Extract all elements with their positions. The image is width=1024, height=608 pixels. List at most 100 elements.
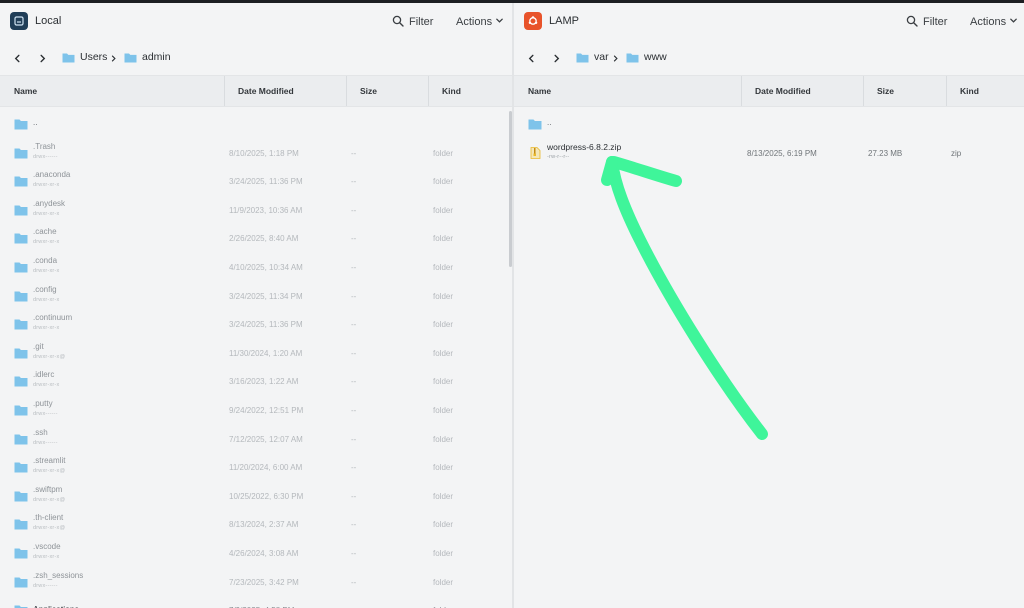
file-name: .cache — [33, 227, 57, 237]
file-name: .anaconda — [33, 170, 71, 180]
file-name: .streamlit — [33, 456, 66, 466]
lamp-filter-button[interactable]: Filter — [906, 12, 947, 32]
file-date-modified: 3/24/2025, 11:36 PM — [229, 320, 303, 330]
file-permissions: drwxr-xr-x — [33, 325, 60, 332]
file-kind: folder — [433, 463, 454, 473]
column-date-modified[interactable]: Date Modified — [741, 76, 863, 106]
column-size[interactable]: Size — [863, 76, 946, 106]
folder-row[interactable]: .streamlit drwxr-xr-x@ 11/20/2024, 6:00 AM… — [0, 452, 512, 480]
file-kind: folder — [433, 320, 454, 330]
parent-directory-label: .. — [547, 118, 552, 127]
column-name[interactable]: Name — [514, 76, 741, 106]
file-permissions: drwx------ — [33, 153, 58, 160]
file-size: -- — [351, 377, 357, 387]
folder-row[interactable]: .cache drwxr-xr-x 2/26/2025, 8:40 AM -- fold… — [0, 223, 512, 251]
file-kind: folder — [433, 491, 454, 501]
folder-row[interactable]: .Trash drwx------ 8/10/2025, 1:18 PM -- fold… — [0, 138, 512, 166]
file-size: -- — [351, 548, 357, 558]
folder-row[interactable]: .swiftpm drwxr-xr-x@ 10/25/2022, 6:30 PM --… — [0, 481, 512, 509]
file-kind: folder — [433, 577, 454, 587]
folder-row[interactable]: .continuum drwxr-xr-x 3/24/2025, 11:36 PM -… — [0, 309, 512, 337]
file-size: -- — [351, 463, 357, 473]
folder-row[interactable]: .anaconda drwxr-xr-x 3/24/2025, 11:36 PM --… — [0, 166, 512, 194]
local-title: Local — [35, 15, 62, 27]
lamp-actions-button[interactable]: Actions — [970, 12, 1018, 32]
file-name: .putty — [33, 398, 53, 408]
breadcrumb-users[interactable]: Users — [62, 51, 107, 63]
local-pane: Local Filter Actions Users admin Name Da… — [0, 3, 512, 608]
folder-icon — [14, 518, 28, 530]
server-icon — [10, 12, 28, 30]
breadcrumb-www[interactable]: www — [626, 51, 667, 63]
local-filter-button[interactable]: Filter — [392, 12, 433, 32]
folder-icon — [528, 118, 542, 130]
column-name[interactable]: Name — [0, 76, 224, 106]
folder-row[interactable]: .zsh_sessions drwx------ 7/23/2025, 3:42 P… — [0, 567, 512, 595]
file-name: .anydesk — [33, 198, 66, 208]
file-date-modified: 11/30/2024, 1:20 AM — [229, 348, 303, 358]
folder-icon — [124, 52, 137, 63]
file-kind: folder — [433, 262, 454, 272]
folder-row[interactable]: .ssh drwx------ 7/12/2025, 12:07 AM -- folde… — [0, 424, 512, 452]
folder-icon — [14, 375, 28, 387]
file-permissions: drwxr-xr-x — [33, 267, 60, 274]
back-button[interactable] — [10, 51, 24, 65]
column-kind[interactable]: Kind — [428, 76, 512, 106]
folder-row[interactable]: .conda drwxr-xr-x 4/10/2025, 10:34 AM -- fol… — [0, 252, 512, 280]
file-size: -- — [351, 434, 357, 444]
folder-row[interactable]: .putty drwx------ 9/24/2022, 12:51 PM -- fol… — [0, 395, 512, 423]
file-kind: folder — [433, 234, 454, 244]
chevron-right-icon — [108, 51, 118, 65]
search-icon — [906, 15, 918, 30]
file-date-modified: 4/10/2025, 10:34 AM — [229, 262, 303, 272]
file-date-modified: 8/13/2025, 6:19 PM — [747, 148, 817, 158]
file-row[interactable]: wordpress-6.8.2.zip -rw-r--r-- 8/13/2025, … — [514, 138, 1024, 166]
folder-row[interactable]: .idlerc drwxr-xr-x 3/16/2023, 1:22 AM -- fol… — [0, 366, 512, 394]
file-name: .zsh_sessions — [33, 570, 84, 580]
zip-file-icon — [528, 146, 542, 159]
folder-row[interactable]: .th-client drwxr-xr-x@ 8/13/2024, 2:37 AM -… — [0, 509, 512, 537]
breadcrumb-admin[interactable]: admin — [124, 51, 171, 63]
folder-icon — [576, 52, 589, 63]
breadcrumb-var[interactable]: var — [576, 51, 609, 63]
column-size[interactable]: Size — [346, 76, 428, 106]
file-permissions: drwxr-xr-x — [33, 239, 60, 246]
file-kind: folder — [433, 291, 454, 301]
file-permissions: drwxr-xr-x — [33, 296, 60, 303]
column-kind[interactable]: Kind — [946, 76, 1024, 106]
file-kind: folder — [433, 434, 454, 444]
file-size: -- — [351, 177, 357, 187]
file-date-modified: 7/12/2025, 12:07 AM — [229, 434, 303, 444]
file-date-modified: 11/20/2024, 6:00 AM — [229, 463, 303, 473]
filter-label: Filter — [409, 16, 434, 28]
file-size: 27.23 MB — [868, 148, 903, 158]
chevron-right-icon — [610, 51, 620, 65]
folder-icon — [14, 318, 28, 330]
folder-row[interactable]: .git drwxr-xr-x@ 11/30/2024, 1:20 AM -- fold… — [0, 338, 512, 366]
folder-row[interactable]: Applications7/9/2025, 4:58 PM--folder — [0, 595, 512, 608]
file-permissions: drwx------ — [33, 410, 58, 417]
back-button[interactable] — [524, 51, 538, 65]
folder-icon — [14, 547, 28, 559]
forward-button[interactable] — [549, 51, 563, 65]
parent-directory-row[interactable]: .. — [514, 109, 1024, 137]
file-name: .th-client — [33, 513, 64, 523]
forward-button[interactable] — [35, 51, 49, 65]
folder-icon — [626, 52, 639, 63]
folder-row[interactable]: .anydesk drwxr-xr-x 11/9/2023, 10:36 AM -- f… — [0, 195, 512, 223]
file-kind: folder — [433, 520, 454, 530]
local-actions-button[interactable]: Actions — [456, 12, 504, 32]
lamp-pane: LAMP Filter Actions var www Name Date Mo… — [514, 3, 1024, 608]
folder-icon — [62, 52, 75, 63]
folder-row[interactable]: .config drwxr-xr-x 3/24/2025, 11:34 PM -- fo… — [0, 281, 512, 309]
parent-directory-label: .. — [33, 118, 38, 127]
file-size: -- — [351, 148, 357, 158]
file-kind: folder — [433, 405, 454, 415]
column-date-modified[interactable]: Date Modified — [224, 76, 346, 106]
parent-directory-row[interactable]: .. — [0, 109, 512, 137]
file-name: .config — [33, 284, 57, 294]
file-permissions: drwxr-xr-x — [33, 553, 60, 560]
file-permissions: drwxr-xr-x@ — [33, 353, 66, 360]
folder-row[interactable]: .vscode drwxr-xr-x 4/26/2024, 3:08 AM -- fol… — [0, 538, 512, 566]
file-permissions: drwx------ — [33, 582, 58, 589]
